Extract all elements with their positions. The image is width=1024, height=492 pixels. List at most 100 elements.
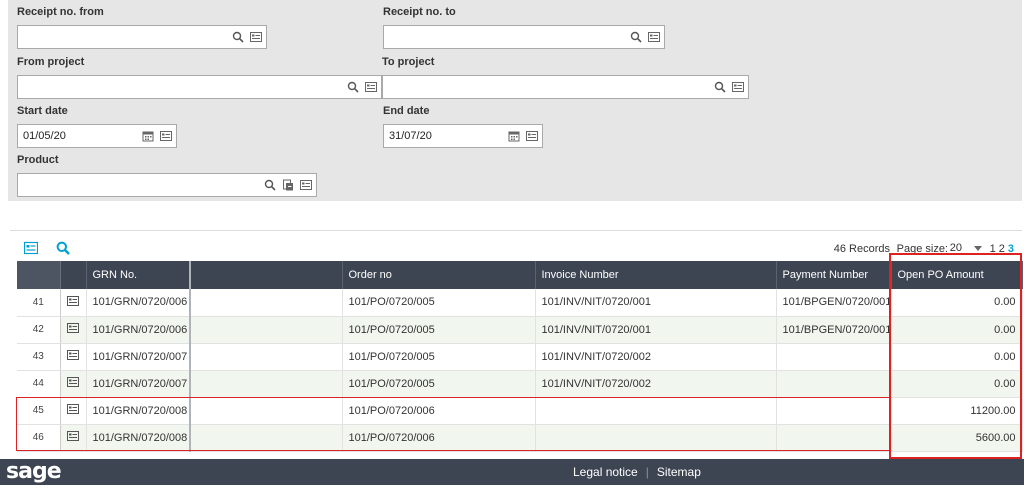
search-icon[interactable] (630, 31, 642, 43)
receipt-to-input[interactable] (383, 25, 665, 49)
amount-cell[interactable]: 0.00 (891, 370, 1023, 398)
search-icon[interactable] (56, 241, 70, 255)
from-project-input[interactable] (17, 75, 382, 99)
page-size-label: Page size: (896, 243, 948, 255)
row-detail-cell[interactable] (60, 289, 87, 317)
calendar-icon[interactable] (142, 130, 154, 142)
invoice-cell[interactable]: 101/INV/NIT/0720/002 (535, 343, 777, 371)
table-row[interactable]: 42 101/GRN/0720/006 101/PO/0720/005 101/… (17, 316, 1023, 344)
amount-cell[interactable]: 0.00 (891, 343, 1023, 371)
footer-bar: sage Legal notice | Sitemap (0, 459, 1024, 485)
sage-logo: sage (6, 459, 62, 484)
lookup-icon[interactable] (732, 81, 744, 93)
page-link-3[interactable]: 3 (1008, 243, 1014, 255)
record-count: 46 Records (833, 243, 890, 255)
column-header-order[interactable]: Order no (342, 261, 536, 289)
receipt-to-field: Receipt no. to (383, 6, 665, 50)
column-header-open-po-amount[interactable]: Open PO Amount (891, 261, 1023, 289)
row-detail-cell[interactable] (60, 316, 87, 344)
invoice-cell[interactable]: 101/INV/NIT/0720/001 (535, 289, 777, 317)
receipt-from-field: Receipt no. from (17, 6, 267, 50)
invoice-cell[interactable]: 101/INV/NIT/0720/002 (535, 370, 777, 398)
detail-view-icon[interactable] (67, 322, 79, 334)
end-date-label: End date (383, 105, 430, 117)
sitemap-link[interactable]: Sitemap (657, 465, 701, 479)
row-detail-cell[interactable] (60, 397, 87, 425)
page-link-1[interactable]: 1 (990, 243, 996, 255)
product-input[interactable] (17, 173, 317, 197)
grn-cell[interactable]: 101/GRN/0720/006 (86, 289, 191, 317)
order-cell[interactable]: 101/PO/0720/005 (342, 370, 536, 398)
row-number: 41 (17, 289, 61, 317)
amount-cell[interactable]: 5600.00 (891, 424, 1023, 452)
search-icon[interactable] (232, 31, 244, 43)
detail-view-icon[interactable] (24, 241, 38, 255)
grn-cell[interactable]: 101/GRN/0720/006 (86, 316, 191, 344)
column-header-blank[interactable] (190, 261, 343, 289)
legal-notice-link[interactable]: Legal notice (573, 465, 638, 479)
grn-cell[interactable]: 101/GRN/0720/007 (86, 343, 191, 371)
end-date-input[interactable]: 31/07/20 (383, 124, 543, 148)
table-row[interactable]: 44 101/GRN/0720/007 101/PO/0720/005 101/… (17, 370, 1023, 398)
page-size-value[interactable]: 20 (950, 242, 962, 254)
row-number: 43 (17, 343, 61, 371)
table-row[interactable]: 46 101/GRN/0720/008 101/PO/0720/006 5600… (17, 424, 1023, 452)
order-cell[interactable]: 101/PO/0720/006 (342, 424, 536, 452)
detail-view-icon[interactable] (67, 376, 79, 388)
invoice-cell[interactable] (535, 397, 777, 425)
payment-cell[interactable] (776, 370, 892, 398)
column-header-payment[interactable]: Payment Number (776, 261, 892, 289)
search-icon[interactable] (347, 81, 359, 93)
lookup-icon[interactable] (160, 130, 172, 142)
order-cell[interactable]: 101/PO/0720/005 (342, 289, 536, 317)
column-header-grn[interactable]: GRN No. (86, 261, 191, 289)
row-number: 46 (17, 424, 61, 452)
order-cell[interactable]: 101/PO/0720/005 (342, 316, 536, 344)
payment-cell[interactable] (776, 424, 892, 452)
row-detail-cell[interactable] (60, 424, 87, 452)
grid-toolbar: 46 Records Page size: 20 1 2 3 (10, 231, 1022, 261)
row-detail-cell[interactable] (60, 343, 87, 371)
grn-cell[interactable]: 101/GRN/0720/008 (86, 397, 191, 425)
blank-cell (190, 424, 343, 452)
to-project-input[interactable] (382, 75, 749, 99)
amount-cell[interactable]: 11200.00 (891, 397, 1023, 425)
receipt-from-input[interactable] (17, 25, 267, 49)
grn-cell[interactable]: 101/GRN/0720/008 (86, 424, 191, 452)
lookup-icon[interactable] (526, 130, 538, 142)
row-detail-cell[interactable] (60, 370, 87, 398)
column-header-invoice[interactable]: Invoice Number (535, 261, 777, 289)
page-link-2[interactable]: 2 (999, 243, 1005, 255)
amount-cell[interactable]: 0.00 (891, 289, 1023, 317)
order-cell[interactable]: 101/PO/0720/005 (342, 343, 536, 371)
table-row[interactable]: 41 101/GRN/0720/006 101/PO/0720/005 101/… (17, 289, 1023, 317)
lookup-icon[interactable] (648, 31, 660, 43)
invoice-cell[interactable] (535, 424, 777, 452)
lookup-icon[interactable] (300, 179, 312, 191)
payment-cell[interactable]: 101/BPGEN/0720/001 (776, 289, 892, 317)
table-row[interactable]: 45 101/GRN/0720/008 101/PO/0720/006 1120… (17, 397, 1023, 425)
tunnel-icon[interactable] (282, 179, 294, 191)
detail-view-icon[interactable] (67, 403, 79, 415)
payment-cell[interactable] (776, 343, 892, 371)
grn-cell[interactable]: 101/GRN/0720/007 (86, 370, 191, 398)
detail-view-icon[interactable] (67, 295, 79, 307)
payment-cell[interactable] (776, 397, 892, 425)
search-icon[interactable] (264, 179, 276, 191)
detail-view-icon[interactable] (67, 349, 79, 361)
calendar-icon[interactable] (508, 130, 520, 142)
payment-cell[interactable]: 101/BPGEN/0720/001 (776, 316, 892, 344)
order-cell[interactable]: 101/PO/0720/006 (342, 397, 536, 425)
invoice-cell[interactable]: 101/INV/NIT/0720/001 (535, 316, 777, 344)
search-icon[interactable] (714, 81, 726, 93)
table-header-row: GRN No. Order no Invoice Number Payment … (17, 261, 1023, 289)
start-date-input[interactable]: 01/05/20 (17, 124, 177, 148)
lookup-icon[interactable] (365, 81, 377, 93)
chevron-down-icon[interactable] (974, 246, 982, 251)
amount-cell[interactable]: 0.00 (891, 316, 1023, 344)
detail-view-icon[interactable] (67, 430, 79, 442)
lookup-icon[interactable] (250, 31, 262, 43)
start-date-field: Start date 01/05/20 (17, 105, 177, 149)
table-row[interactable]: 43 101/GRN/0720/007 101/PO/0720/005 101/… (17, 343, 1023, 371)
footer-links: Legal notice | Sitemap (573, 465, 701, 479)
